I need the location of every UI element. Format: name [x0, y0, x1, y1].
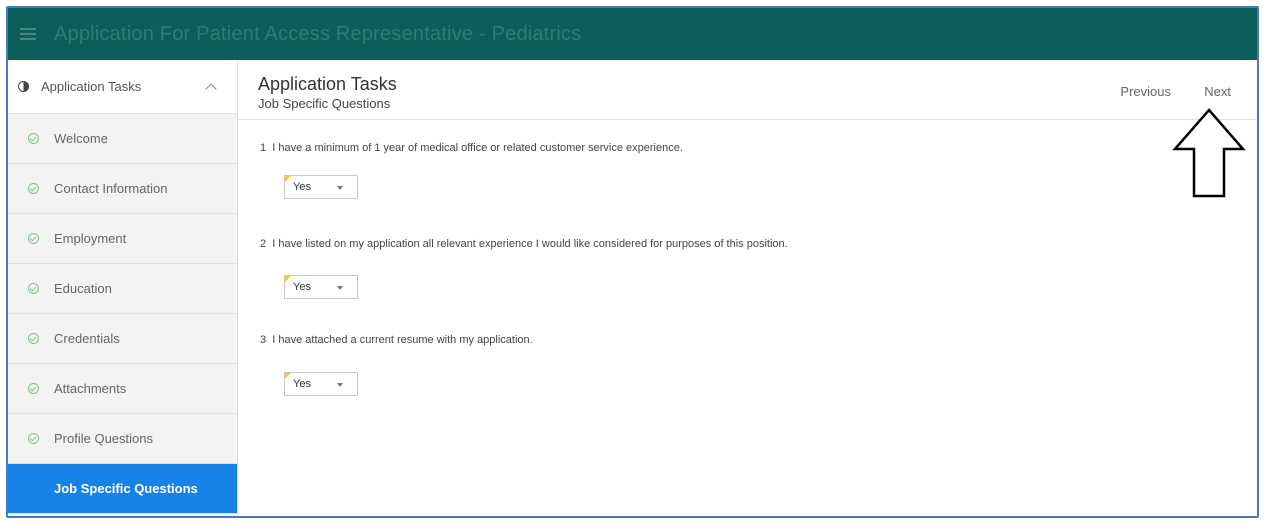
question-number: 2	[260, 238, 267, 250]
sidebar-item-label: Employment	[54, 231, 127, 246]
question-text: I have attached a current resume with my…	[272, 334, 533, 346]
answer-select-2[interactable]: Yes	[284, 275, 358, 299]
main-header: Application Tasks Job Specific Questions…	[238, 60, 1257, 120]
sidebar-item-credentials[interactable]: Credentials	[8, 314, 237, 364]
select-value: Yes	[293, 378, 311, 390]
sidebar: Application Tasks Welcome Contact Inform…	[8, 60, 238, 516]
page-subtitle: Job Specific Questions	[258, 96, 391, 111]
sidebar-item-welcome[interactable]: Welcome	[8, 114, 237, 164]
question-number: 1	[260, 142, 267, 154]
select-value: Yes	[293, 281, 311, 293]
sidebar-item-job-specific-questions[interactable]: Job Specific Questions	[8, 464, 237, 514]
sidebar-item-label: Education	[54, 281, 112, 296]
next-button[interactable]: Next	[1204, 84, 1231, 99]
check-circle-icon	[28, 433, 39, 444]
sidebar-item-contact-information[interactable]: Contact Information	[8, 164, 237, 214]
select-value: Yes	[293, 181, 311, 193]
sidebar-item-label: Contact Information	[54, 181, 168, 196]
top-bar: Application For Patient Access Represent…	[8, 8, 1257, 60]
dropdown-caret-icon	[337, 186, 343, 190]
progress-half-circle-icon	[18, 81, 29, 92]
check-circle-icon	[28, 383, 39, 394]
dropdown-caret-icon	[337, 286, 343, 290]
sidebar-item-label: Attachments	[54, 381, 127, 396]
check-circle-icon	[28, 283, 39, 294]
answer-select-3[interactable]: Yes	[284, 372, 358, 396]
dropdown-caret-icon	[337, 383, 343, 387]
check-circle-icon	[28, 133, 39, 144]
sidebar-header-label: Application Tasks	[41, 79, 142, 94]
check-circle-icon	[28, 333, 39, 344]
check-circle-icon	[28, 233, 39, 244]
main-panel: Application Tasks Job Specific Questions…	[238, 60, 1257, 516]
sidebar-item-label: Profile Questions	[54, 431, 153, 446]
sidebar-header[interactable]: Application Tasks	[8, 60, 237, 114]
hamburger-menu-icon[interactable]	[20, 28, 36, 40]
question-text: I have a minimum of 1 year of medical of…	[272, 142, 683, 154]
chevron-up-icon[interactable]	[205, 82, 217, 95]
check-circle-icon	[28, 483, 39, 494]
question-text: I have listed on my application all rele…	[272, 238, 788, 250]
page-title: Application Tasks	[258, 74, 397, 94]
answer-select-1[interactable]: Yes	[284, 175, 358, 199]
question-2: 2 I have listed on my application all re…	[260, 238, 788, 250]
sidebar-item-label: Job Specific Questions	[54, 481, 198, 496]
question-number: 3	[260, 334, 267, 346]
sidebar-item-attachments[interactable]: Attachments	[8, 364, 237, 414]
up-arrow-annotation-icon	[1172, 108, 1246, 198]
sidebar-item-education[interactable]: Education	[8, 264, 237, 314]
question-3: 3 I have attached a current resume with …	[260, 334, 533, 346]
question-1: 1 I have a minimum of 1 year of medical …	[260, 142, 683, 154]
sidebar-item-employment[interactable]: Employment	[8, 214, 237, 264]
sidebar-item-label: Credentials	[54, 331, 120, 346]
sidebar-item-profile-questions[interactable]: Profile Questions	[8, 414, 237, 464]
browser-frame: Application For Patient Access Represent…	[6, 6, 1259, 518]
app-title: Application For Patient Access Represent…	[54, 22, 582, 45]
check-circle-icon	[28, 183, 39, 194]
previous-button[interactable]: Previous	[1120, 84, 1171, 99]
sidebar-item-label: Welcome	[54, 131, 108, 146]
